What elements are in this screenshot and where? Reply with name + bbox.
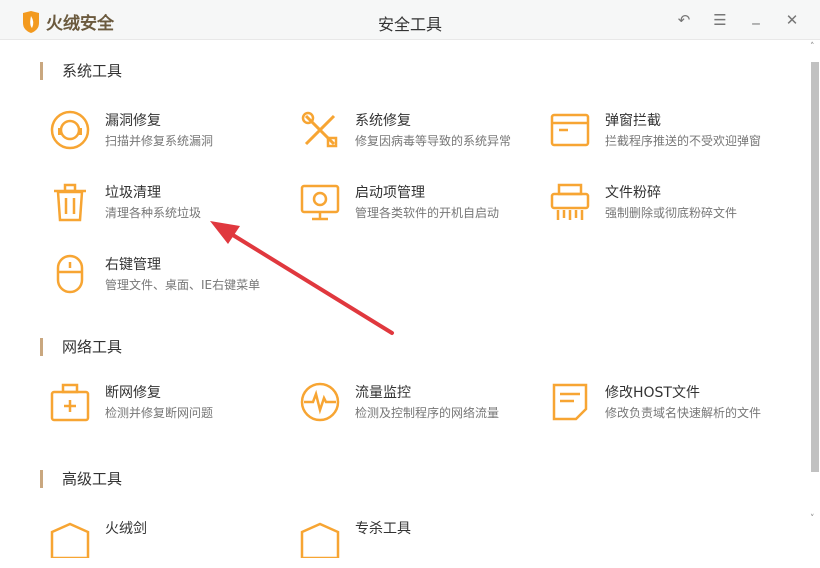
annotation-arrow <box>210 221 394 335</box>
scroll-down-icon[interactable]: ˅ <box>810 514 815 524</box>
scrollbar-thumb[interactable] <box>811 62 819 472</box>
scrollbar[interactable]: ˄ ˅ <box>808 40 820 540</box>
scroll-up-icon[interactable]: ˄ <box>810 42 815 52</box>
